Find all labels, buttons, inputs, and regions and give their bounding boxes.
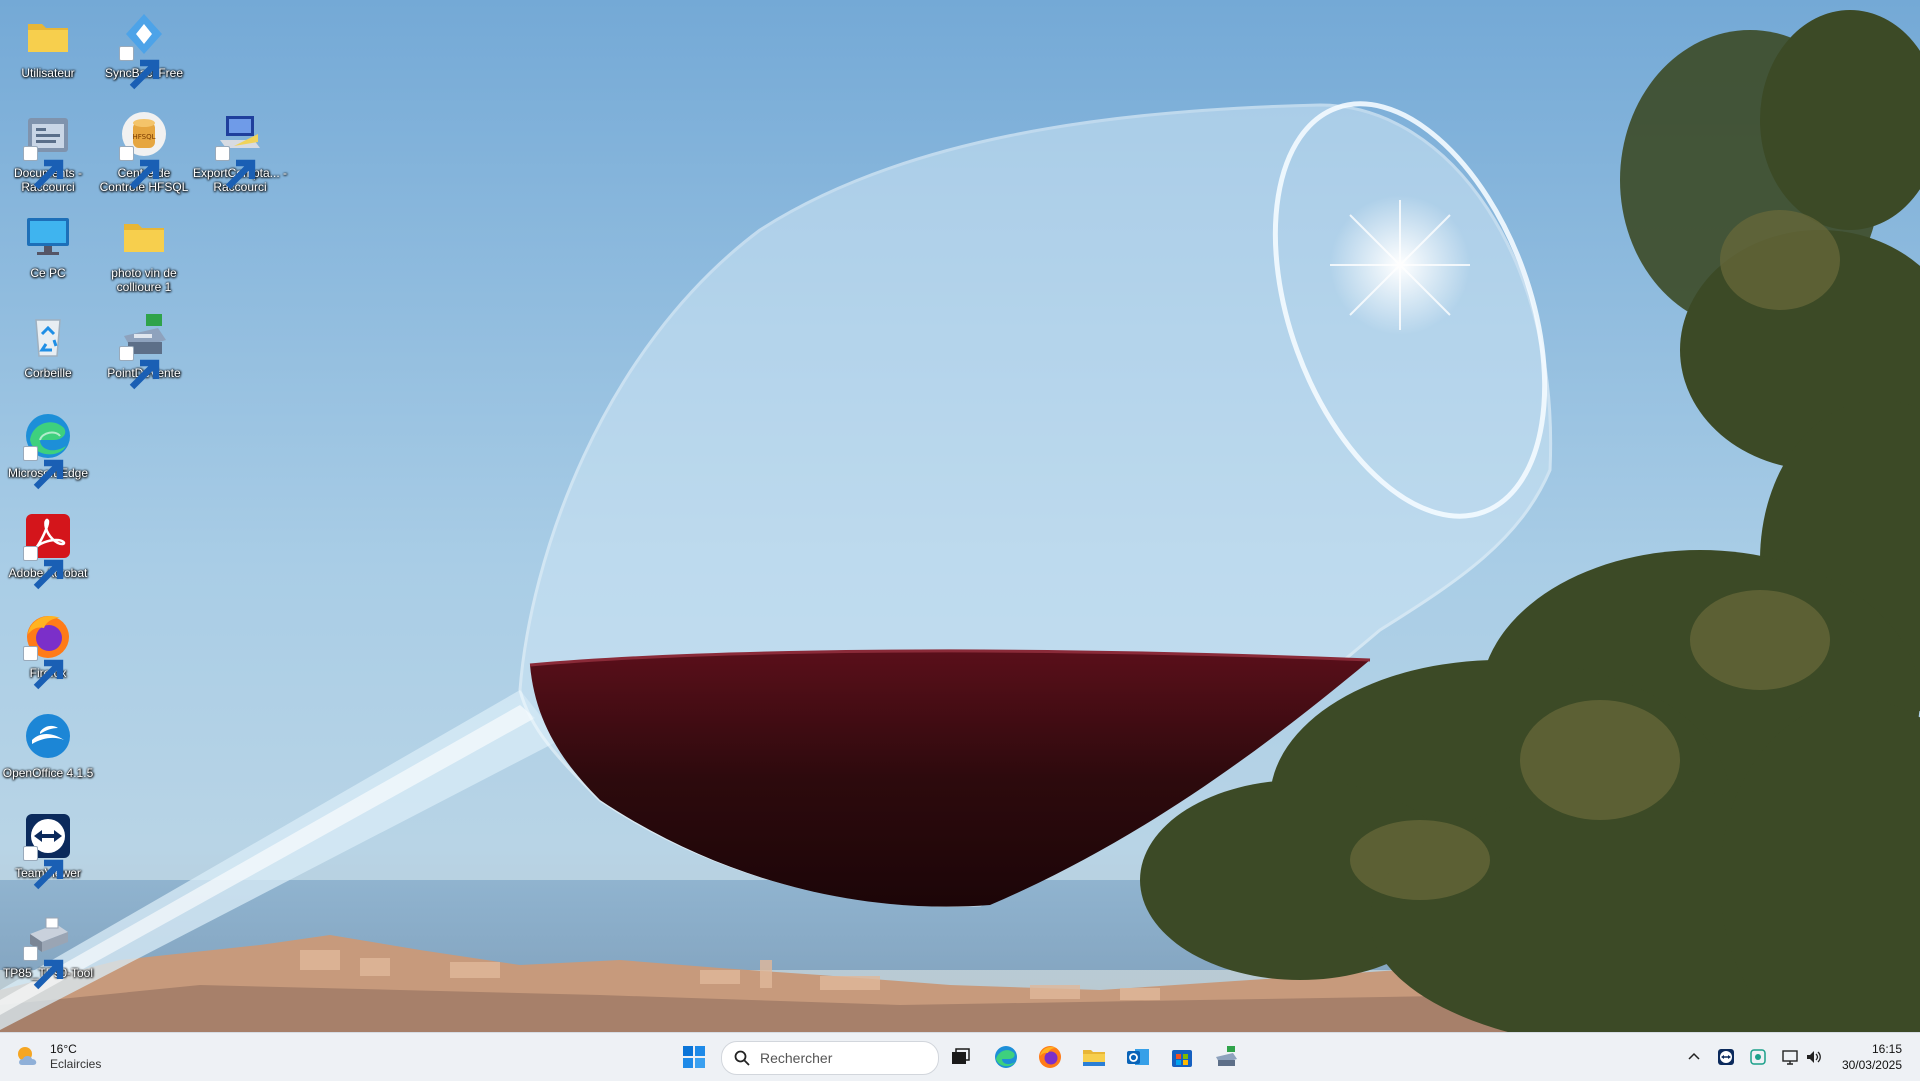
taskbar-outlook[interactable] (1120, 1039, 1156, 1075)
shortcut-arrow-icon (23, 546, 64, 590)
desktop-icon-label: photo vin de collioure 1 (111, 266, 177, 294)
printer-icon (22, 910, 74, 990)
documents-folder-icon (22, 110, 74, 190)
desktop-icon-exportcompta[interactable]: ExportCompta... - Raccourci (192, 104, 288, 200)
file-explorer-icon (1083, 1050, 1105, 1066)
teamviewer-tray-icon (1718, 1049, 1734, 1065)
taskbar-file-explorer[interactable] (1076, 1039, 1112, 1075)
edge-icon (995, 1046, 1017, 1068)
desktop-icon-label: Corbeille (24, 366, 72, 380)
desktop: Utilisateur SyncBackFree Documents - Rac… (0, 0, 1920, 1032)
weather-temperature: 16°C (50, 1042, 77, 1056)
weather-widget[interactable]: 16°C Eclaircies (14, 1040, 101, 1074)
desktop-icon-corbeille[interactable]: Corbeille (0, 304, 96, 400)
taskbar-store[interactable] (1164, 1039, 1200, 1075)
firefox-icon (22, 610, 74, 690)
desktop-icon-label: OpenOffice 4.1.5 (2, 766, 94, 780)
tray-display[interactable] (1778, 1045, 1802, 1069)
desktop-icon-firefox[interactable]: Firefox (0, 604, 96, 700)
desktop-icon-syncbackfree[interactable]: SyncBackFree (96, 4, 192, 100)
hfsql-icon: HFSQL (118, 110, 170, 190)
shortcut-arrow-icon (215, 146, 256, 190)
start-button[interactable] (676, 1039, 712, 1075)
weather-sun-cloud-icon (18, 1047, 37, 1065)
export-compta-icon (214, 110, 266, 190)
tray-overflow-button[interactable] (1682, 1045, 1706, 1069)
task-view-icon (952, 1048, 970, 1064)
syncback-icon (118, 10, 170, 90)
folder-icon (22, 10, 74, 62)
desktop-icon-acrobat[interactable]: Adobe Acrobat (0, 504, 96, 600)
desktop-icon-ce-pc[interactable]: Ce PC (0, 204, 96, 300)
desktop-icon-utilisateur[interactable]: Utilisateur (0, 4, 96, 100)
search-input[interactable] (758, 1049, 922, 1067)
taskbar-search[interactable] (721, 1041, 939, 1075)
taskbar-firefox[interactable] (1032, 1039, 1068, 1075)
shortcut-arrow-icon (23, 646, 64, 690)
tray-teamviewer[interactable] (1714, 1045, 1738, 1069)
taskbar: 16°C Eclaircies Rechercher 16:15 30/03/2… (0, 1032, 1920, 1081)
display-icon (1782, 1050, 1798, 1065)
shortcut-arrow-icon (119, 146, 160, 190)
system-clock[interactable]: 16:15 30/03/2025 (1842, 1041, 1902, 1073)
clock-time: 16:15 (1871, 1042, 1902, 1056)
store-icon (1172, 1050, 1192, 1067)
openoffice-icon (22, 710, 74, 762)
taskbar-pointdevente[interactable] (1208, 1039, 1244, 1075)
outlook-icon (1127, 1049, 1149, 1065)
shortcut-arrow-icon (23, 446, 64, 490)
shortcut-arrow-icon (23, 846, 64, 890)
desktop-icon-documents[interactable]: Documents - Raccourci (0, 104, 96, 200)
edge-icon (22, 410, 74, 490)
shortcut-arrow-icon (119, 46, 160, 90)
recycle-bin-icon (22, 310, 74, 362)
firefox-icon (1039, 1046, 1061, 1068)
network-app-icon (1750, 1049, 1766, 1065)
clock-date: 30/03/2025 (1841, 1058, 1902, 1072)
taskbar-task-view[interactable] (942, 1039, 978, 1075)
chevron-up-icon (1688, 1052, 1700, 1060)
shortcut-arrow-icon (23, 946, 64, 990)
tray-network-app[interactable] (1746, 1045, 1770, 1069)
start-icon (683, 1046, 705, 1068)
desktop-icon-tp85[interactable]: TP85_TP90-Tool (0, 904, 96, 1000)
monitor-icon (22, 210, 74, 262)
desktop-icon-hfsql[interactable]: HFSQL Centre de Contrôle HFSQL (96, 104, 192, 200)
desktop-icon-edge[interactable]: Microsoft Edge (0, 404, 96, 500)
folder-icon (118, 210, 170, 262)
desktop-icon-pointdevente[interactable]: PointDeVente (96, 304, 192, 400)
shortcut-arrow-icon (119, 346, 160, 390)
search-icon (734, 1050, 750, 1066)
taskbar-edge[interactable] (988, 1039, 1024, 1075)
desktop-icon-openoffice[interactable]: OpenOffice 4.1.5 (0, 704, 96, 800)
teamviewer-icon (22, 810, 74, 890)
desktop-icon-label: Ce PC (30, 266, 66, 280)
weather-condition: Eclaircies (50, 1057, 102, 1071)
acrobat-icon (22, 510, 74, 590)
svg-text:HFSQL: HFSQL (132, 133, 155, 141)
cash-register-icon (118, 310, 170, 390)
cash-register-icon (1216, 1046, 1237, 1066)
volume-icon (1807, 1051, 1821, 1063)
desktop-icon-label: Utilisateur (21, 66, 75, 80)
desktop-icon-teamviewer[interactable]: TeamViewer (0, 804, 96, 900)
desktop-icon-photo-vin[interactable]: photo vin de collioure 1 (96, 204, 192, 300)
tray-volume[interactable] (1802, 1045, 1826, 1069)
shortcut-arrow-icon (23, 146, 64, 190)
